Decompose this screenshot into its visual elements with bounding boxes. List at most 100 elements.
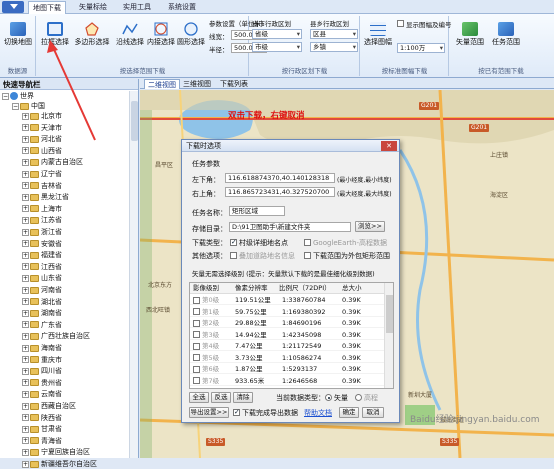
expand-icon[interactable]: +: [22, 425, 29, 433]
tree-node-province[interactable]: + 新疆维吾尔自治区: [22, 459, 97, 469]
tree-node-province[interactable]: + 上海市: [22, 204, 62, 214]
expand-icon[interactable]: +: [22, 228, 29, 236]
tab-system-settings[interactable]: 系统设置: [164, 1, 200, 14]
tree-node-china[interactable]: − 中国: [12, 101, 45, 111]
tree-node-province[interactable]: + 湖北省: [22, 297, 62, 307]
province-select[interactable]: 省级: [252, 29, 302, 39]
expand-icon[interactable]: +: [22, 309, 29, 317]
level-checkbox[interactable]: [193, 377, 200, 384]
city-select[interactable]: 市级: [252, 42, 302, 52]
tree-node-province[interactable]: + 贵州省: [22, 378, 62, 388]
level-row[interactable]: 第2级 29.88公里 1:84690196 0.39K: [190, 318, 384, 328]
tree-node-province[interactable]: + 黑龙江省: [22, 192, 69, 202]
level-row[interactable]: 第6级 1.87公里 1:5293137 0.39K: [190, 364, 384, 374]
tab-3d-view[interactable]: 三维视图: [180, 79, 214, 89]
vector-range-button[interactable]: 矢量范围: [454, 22, 486, 46]
expand-icon[interactable]: +: [22, 205, 29, 213]
tab-download-list[interactable]: 下载列表: [217, 79, 251, 89]
tree-node-province[interactable]: + 陕西省: [22, 413, 62, 423]
expand-icon[interactable]: +: [22, 437, 29, 445]
level-checkbox[interactable]: [193, 296, 200, 304]
scroll-thumb[interactable]: [131, 101, 138, 141]
expand-icon[interactable]: +: [22, 240, 29, 248]
tree-node-province[interactable]: + 河南省: [22, 285, 62, 295]
app-menu-button[interactable]: [2, 1, 24, 13]
select-frame-button[interactable]: 选择图幅: [363, 22, 393, 46]
tab-2d-view[interactable]: 二维视图: [144, 79, 180, 89]
tree-node-province[interactable]: + 安徽省: [22, 239, 62, 249]
tree-node-province[interactable]: + 山东省: [22, 273, 62, 283]
expand-icon[interactable]: +: [22, 112, 29, 120]
expand-icon[interactable]: +: [22, 182, 29, 190]
tree-node-province[interactable]: + 四川省: [22, 366, 62, 376]
expand-icon[interactable]: +: [22, 286, 29, 294]
level-checkbox[interactable]: [193, 319, 200, 327]
circle-select-button[interactable]: 圆形选择: [176, 22, 206, 46]
tree-node-province[interactable]: + 河北省: [22, 134, 62, 144]
scroll-thumb[interactable]: [386, 295, 393, 333]
tab-map-download[interactable]: 地图下载: [28, 1, 66, 14]
expand-icon[interactable]: +: [22, 402, 29, 410]
expand-icon[interactable]: +: [22, 414, 29, 422]
expand-icon[interactable]: +: [22, 263, 29, 271]
level-row[interactable]: 第5级 3.73公里 1:10586274 0.39K: [190, 353, 384, 363]
tree-node-province[interactable]: + 广西壮族自治区: [22, 331, 90, 341]
overlay-road-checkbox[interactable]: [230, 252, 237, 259]
expand-icon[interactable]: +: [22, 216, 29, 224]
tree-node-province[interactable]: + 福建省: [22, 250, 62, 260]
expand-icon[interactable]: +: [22, 193, 29, 201]
expand-icon[interactable]: +: [22, 158, 29, 166]
right-top-input[interactable]: 116.865723431,40.327520700: [225, 187, 335, 197]
tree-node-province[interactable]: + 内蒙古自治区: [22, 157, 83, 167]
invert-selection-button[interactable]: 反选: [211, 392, 231, 403]
level-row[interactable]: 第1级 59.75公里 1:169380392 0.39K: [190, 307, 384, 317]
expand-icon[interactable]: +: [22, 321, 29, 329]
expand-icon[interactable]: +: [22, 379, 29, 387]
town-select[interactable]: 乡镇: [310, 42, 358, 52]
tree-node-province[interactable]: + 宁夏回族自治区: [22, 447, 90, 457]
tree-node-province[interactable]: + 重庆市: [22, 355, 62, 365]
tree-node-province[interactable]: + 浙江省: [22, 227, 62, 237]
task-range-button[interactable]: 任务范围: [490, 22, 522, 46]
tab-utilities[interactable]: 实用工具: [119, 1, 155, 14]
clear-selection-button[interactable]: 清除: [233, 392, 253, 403]
level-row[interactable]: 第0级 119.51公里 1:338760784 0.39K: [190, 295, 384, 305]
level-row[interactable]: 第7级 933.65米 1:2646568 0.39K: [190, 376, 384, 386]
tree-node-province[interactable]: + 山西省: [22, 146, 62, 156]
level-row[interactable]: 第3级 14.94公里 1:42345098 0.39K: [190, 330, 384, 340]
line-select-button[interactable]: 沿线选择: [115, 22, 145, 46]
expand-icon[interactable]: +: [22, 147, 29, 155]
tree-node-province[interactable]: + 广东省: [22, 320, 62, 330]
expand-icon[interactable]: +: [22, 135, 29, 143]
expand-icon[interactable]: +: [22, 251, 29, 259]
show-frame-checkbox[interactable]: [397, 20, 404, 27]
switch-map-button[interactable]: 切换地图: [2, 22, 34, 46]
expand-icon[interactable]: +: [22, 332, 29, 340]
expand-icon[interactable]: +: [22, 344, 29, 352]
county-select[interactable]: 区县: [310, 29, 358, 39]
export-after-checkbox[interactable]: [233, 408, 240, 416]
browse-button[interactable]: 浏览>>: [355, 221, 385, 232]
save-dir-input[interactable]: D:\91卫图助手\新建文件夹: [229, 222, 351, 232]
tree-node-province[interactable]: + 西藏自治区: [22, 401, 76, 411]
left-bottom-input[interactable]: 116.618874370,40.140128318: [225, 173, 335, 183]
sidebar-scrollbar[interactable]: [129, 91, 138, 458]
select-all-button[interactable]: 全选: [189, 392, 209, 403]
rect-select-button[interactable]: 拉框选择: [39, 22, 71, 46]
type-vector-radio[interactable]: [325, 394, 332, 401]
tree-node-province[interactable]: + 云南省: [22, 389, 62, 399]
tree-node-province[interactable]: + 甘肃省: [22, 424, 62, 434]
type-elevation-radio[interactable]: [355, 394, 362, 401]
village-detail-checkbox[interactable]: [230, 238, 237, 246]
tree-node-province[interactable]: + 青海省: [22, 436, 62, 446]
limit-range-checkbox[interactable]: [304, 252, 311, 259]
scale-select[interactable]: 1:100万: [397, 43, 445, 53]
tree-node-world[interactable]: − 世界: [2, 91, 34, 101]
collapse-icon[interactable]: −: [12, 102, 19, 110]
google-elevation-checkbox[interactable]: [304, 239, 311, 246]
level-checkbox[interactable]: [193, 331, 200, 338]
expand-icon[interactable]: +: [22, 460, 29, 468]
tree-node-province[interactable]: + 江苏省: [22, 215, 62, 225]
tree-node-province[interactable]: + 吉林省: [22, 181, 62, 191]
expand-icon[interactable]: +: [22, 390, 29, 398]
